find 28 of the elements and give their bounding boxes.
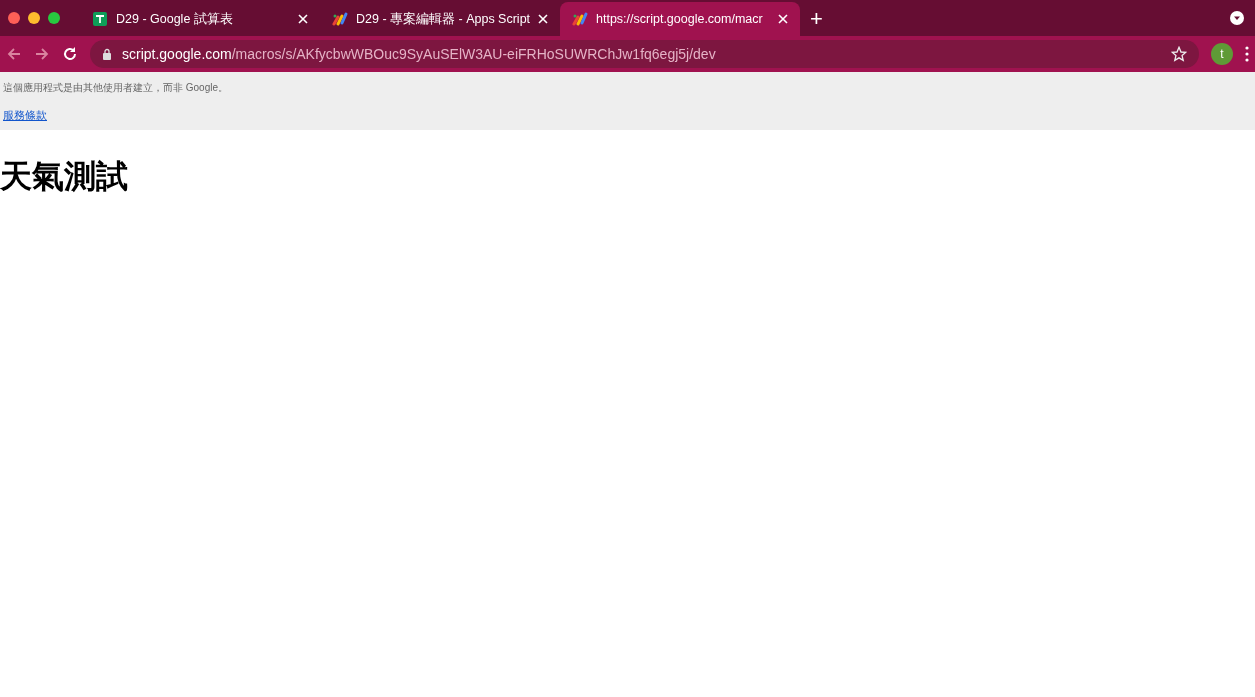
script-logo-icon [572, 11, 588, 27]
close-icon[interactable] [538, 14, 548, 24]
new-tab-button[interactable]: + [800, 2, 833, 36]
forward-arrow-icon[interactable] [34, 46, 50, 62]
close-icon[interactable] [298, 14, 308, 24]
tab-title: D29 - 專案編輯器 - Apps Script [356, 10, 530, 28]
tab-title: D29 - Google 試算表 [116, 10, 234, 28]
browser-tab[interactable]: D29 - 專案編輯器 - Apps Script [320, 2, 560, 36]
browser-tab[interactable]: D29 - Google 試算表 [80, 2, 320, 36]
reload-icon[interactable] [62, 46, 78, 62]
minimize-window-control[interactable] [28, 12, 40, 24]
close-window-control[interactable] [8, 12, 20, 24]
more-menu-icon[interactable] [1245, 46, 1249, 62]
close-icon[interactable] [778, 14, 788, 24]
star-icon[interactable] [1171, 46, 1187, 62]
script-logo-icon [332, 11, 348, 27]
tab-search-icon[interactable] [1229, 10, 1245, 26]
spreadsheet-icon [92, 11, 108, 27]
banner-notice: 這個應用程式是由其他使用者建立，而非 Google。 [3, 81, 230, 95]
browser-tab[interactable]: https://script.google.com/macr [560, 2, 800, 36]
zoom-window-control[interactable] [48, 12, 60, 24]
url-text: script.google.com/macros/s/AKfycbwWBOuc9SyAuSElW3AU-eiFRHoSUWRChJw1fq6egj5j/dev [122, 44, 716, 64]
address-bar[interactable]: script.google.com/macros/s/AKfycbwWBOuc9SyAuSElW3AU-eiFRHoSUWRChJw1fq6egj5j/dev [90, 40, 1199, 68]
back-arrow-icon[interactable] [6, 46, 22, 62]
tab-title: https://script.google.com/macr [596, 10, 764, 28]
lock-icon [102, 48, 112, 60]
terms-link[interactable]: 服務條款 [3, 107, 47, 124]
page-heading: 天氣測試 [0, 156, 129, 196]
